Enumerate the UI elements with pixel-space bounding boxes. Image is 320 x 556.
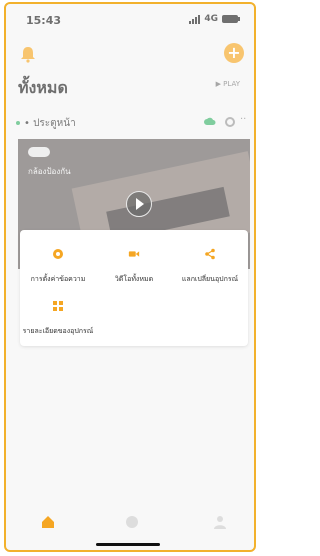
profile-icon[interactable] <box>212 514 228 530</box>
menu-item-label: รายละเอียดของอุปกรณ์ <box>22 327 94 335</box>
menu-item-message-settings[interactable]: การตั้งค่าข้อความ <box>20 248 96 285</box>
menu-item-label: แลกเปลี่ยนอุปกรณ์ <box>181 275 239 283</box>
gear-icon <box>53 249 63 259</box>
home-indicator <box>96 543 160 546</box>
menu-item-label: การตั้งค่าข้อความ <box>30 275 86 283</box>
chat-icon[interactable] <box>124 514 140 530</box>
bottom-nav <box>6 510 254 534</box>
home-icon[interactable] <box>40 514 56 530</box>
menu-item-device-details[interactable]: รายละเอียดของอุปกรณ์ <box>20 300 96 337</box>
video-camera-icon <box>128 251 140 257</box>
phone-screen: 15:43 4G + ทั้งหมด ▶ PLAY • ประตูหน้า ··… <box>4 2 256 552</box>
share-icon <box>205 248 215 260</box>
menu-item-all-videos[interactable]: วิดีโอทั้งหมด <box>96 248 172 285</box>
menu-item-label: วิดีโอทั้งหมด <box>114 275 154 283</box>
menu-item-share-device[interactable]: แลกเปลี่ยนอุปกรณ์ <box>172 248 248 285</box>
grid-icon <box>53 301 63 311</box>
device-action-menu: การตั้งค่าข้อความ วิดีโอทั้งหมด แลกเปลี่… <box>20 230 248 346</box>
